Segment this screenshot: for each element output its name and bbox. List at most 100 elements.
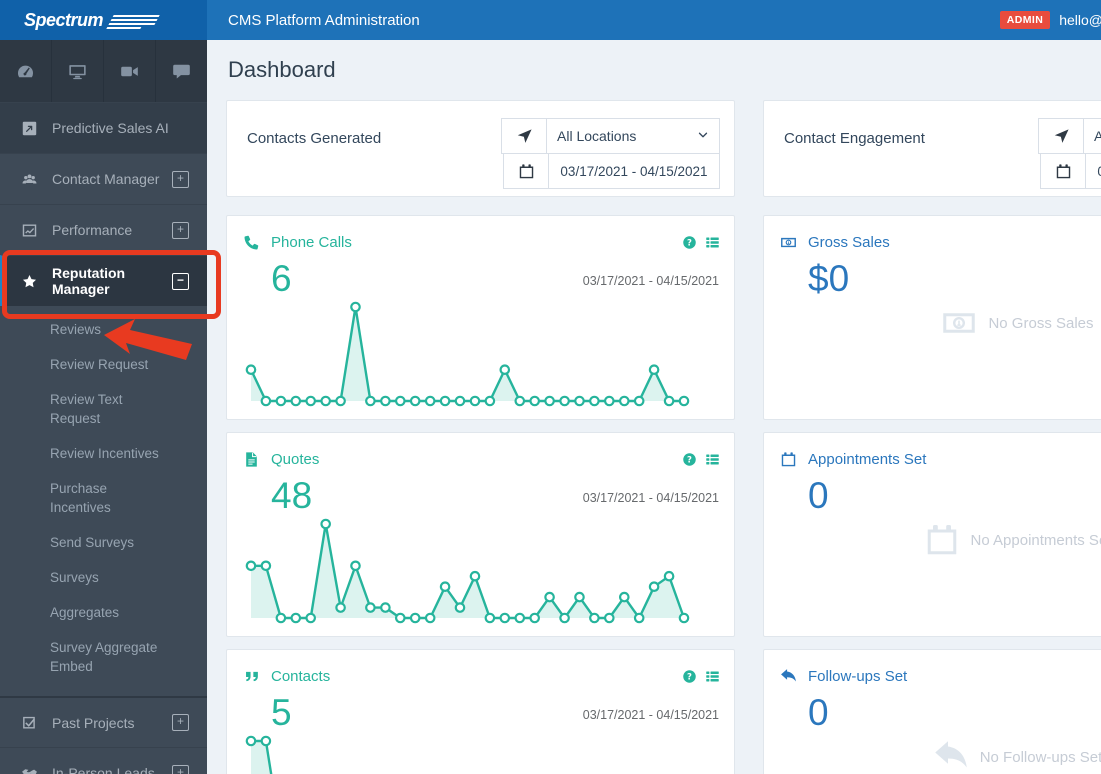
- main-content: Dashboard Contacts Generated All Location…: [207, 40, 1101, 774]
- metric-card-gross-sales: Gross Sales $0 No Gross Sales: [763, 215, 1101, 420]
- app-root: Spectrum CMS Platform Administration ADM…: [0, 0, 1101, 774]
- calendar-icon: [1055, 163, 1072, 180]
- topbar-user-area: ADMIN hello@: [999, 11, 1101, 29]
- tachometer-icon: [16, 62, 35, 81]
- location-filter-group: All Locations: [1038, 118, 1101, 154]
- metric-value: 5: [271, 692, 292, 733]
- date-range-value: 03/17/2021 - 04/15/2021: [1086, 154, 1101, 188]
- sidebar-subitem-review-incentives[interactable]: Review Incentives: [0, 436, 207, 471]
- sidebar: Predictive Sales AI Contact Manager + Perfo…: [0, 40, 221, 774]
- user-email[interactable]: hello@: [1059, 12, 1101, 28]
- star-icon: [21, 273, 39, 290]
- empty-state-text: No Follow-ups Set: [979, 748, 1101, 766]
- sidebar-item-performance[interactable]: Performance +: [0, 204, 207, 255]
- panel-header-contact-engagement: Contact Engagement All Locations 03/17/202…: [763, 100, 1101, 197]
- metric-card-quotes: Quotes? 48 03/17/2021 - 04/15/2021: [226, 432, 735, 637]
- sidebar-subitem-send-surveys[interactable]: Send Surveys: [0, 525, 207, 560]
- th-list-icon[interactable]: [705, 452, 720, 467]
- brand-logo[interactable]: Spectrum: [0, 0, 207, 40]
- metric-card-title: Contacts: [271, 668, 331, 685]
- location-arrow-icon: [1053, 128, 1070, 145]
- metric-date-range: 03/17/2021 - 04/15/2021: [582, 274, 719, 288]
- line-chart-icon: [21, 222, 39, 239]
- date-range-picker[interactable]: 03/17/2021 - 04/15/2021: [503, 153, 720, 189]
- date-range-picker[interactable]: 03/17/2021 - 04/15/2021: [1040, 153, 1101, 189]
- sidebar-item-past-projects[interactable]: Past Projects +: [0, 696, 207, 747]
- sidebar-tab-chat[interactable]: [156, 40, 207, 102]
- metric-card-contacts: Contacts? 5 03/17/2021 - 04/15/2021: [226, 649, 735, 774]
- money-bill-icon: [780, 234, 797, 251]
- sidebar-tab-video[interactable]: [104, 40, 156, 102]
- th-list-icon[interactable]: [705, 235, 720, 250]
- sidebar-icon-tabs: [0, 40, 207, 102]
- metric-date-range: 03/17/2021 - 04/15/2021: [582, 491, 719, 505]
- sparkline-chart: [245, 301, 690, 407]
- sidebar-tab-dashboard[interactable]: [0, 40, 52, 102]
- question-circle-icon[interactable]: ?: [682, 452, 697, 467]
- date-range-value: 03/17/2021 - 04/15/2021: [560, 163, 708, 179]
- sidebar-menu: Predictive Sales AI Contact Manager + Perfo…: [0, 102, 207, 774]
- panel-contact-engagement: Contact Engagement All Locations 03/17/202…: [763, 100, 1101, 774]
- question-circle-icon[interactable]: ?: [682, 235, 697, 250]
- plus-square-icon[interactable]: +: [172, 714, 189, 731]
- metric-card-title: Follow-ups Set: [808, 668, 908, 685]
- sidebar-item-label: Predictive Sales AI: [52, 120, 169, 136]
- sidebar-item-label: Performance: [52, 222, 133, 238]
- empty-state-text: No Gross Sales: [988, 314, 1094, 332]
- panel-header-contacts-generated: Contacts Generated All Locations 03/17/202…: [226, 100, 735, 197]
- location-select[interactable]: All Locations: [547, 119, 719, 153]
- svg-text:?: ?: [687, 455, 692, 465]
- sidebar-subitem-reviews[interactable]: Reviews: [0, 312, 207, 347]
- metric-card-follow-ups-set: Follow-ups Set 0 No Follow-ups Set: [763, 649, 1101, 774]
- chat-bubble-icon: [172, 62, 191, 81]
- panel-contacts-generated: Contacts Generated All Locations 03/17/202…: [226, 100, 735, 774]
- metric-value: 0: [808, 475, 829, 516]
- plus-square-icon[interactable]: +: [172, 221, 189, 239]
- chevron-down-icon: [697, 129, 709, 141]
- reputation-manager-submenu: Reviews Review Request Review Text Request…: [0, 306, 207, 696]
- metric-value: 6: [271, 258, 292, 299]
- plus-square-icon[interactable]: +: [172, 764, 189, 774]
- question-circle-icon[interactable]: ?: [682, 669, 697, 684]
- sidebar-tab-desktop[interactable]: [52, 40, 104, 102]
- empty-state: No Follow-ups Set: [764, 739, 1101, 774]
- quote-icon: [243, 668, 260, 685]
- metric-card-title: Quotes: [271, 451, 320, 468]
- sidebar-subitem-purchase-incentives[interactable]: Purchase Incentives: [0, 471, 207, 525]
- empty-state: No Appointments Set: [764, 522, 1101, 558]
- sidebar-item-label: In-Person Leads: [52, 765, 155, 774]
- empty-state: No Gross Sales: [764, 305, 1101, 341]
- desktop-icon: [68, 62, 87, 81]
- th-list-icon[interactable]: [705, 669, 720, 684]
- minus-square-icon[interactable]: −: [172, 272, 189, 290]
- panel-title: Contacts Generated: [247, 130, 382, 147]
- plus-square-icon[interactable]: +: [172, 170, 189, 188]
- sidebar-item-reputation-manager[interactable]: Reputation Manager −: [0, 255, 207, 306]
- sidebar-subitem-surveys[interactable]: Surveys: [0, 560, 207, 595]
- brand-name: Spectrum: [24, 9, 104, 30]
- location-filter-group: All Locations: [501, 118, 720, 154]
- location-select-value: All Locations: [1094, 128, 1101, 144]
- sidebar-subitem-aggregates[interactable]: Aggregates: [0, 595, 207, 630]
- sidebar-subitem-review-request[interactable]: Review Request: [0, 347, 207, 382]
- sidebar-item-contact-manager[interactable]: Contact Manager +: [0, 153, 207, 204]
- location-arrow-icon: [516, 128, 533, 145]
- sparkline-chart: [245, 518, 690, 624]
- app-title: CMS Platform Administration: [228, 11, 420, 29]
- location-select[interactable]: All Locations: [1084, 119, 1101, 153]
- phone-icon: [243, 234, 260, 251]
- calendar-icon: [518, 163, 535, 180]
- sidebar-item-in-person-leads[interactable]: In-Person Leads +: [0, 747, 207, 774]
- sidebar-subitem-survey-aggregate-embed[interactable]: Survey Aggregate Embed: [0, 630, 207, 684]
- reply-icon: [933, 739, 969, 774]
- panel-title: Contact Engagement: [784, 130, 925, 147]
- sparkline-chart: [245, 735, 273, 774]
- sidebar-item-label: Reputation Manager: [52, 265, 126, 297]
- sidebar-item-predictive-sales-ai[interactable]: Predictive Sales AI: [0, 102, 207, 153]
- sidebar-subitem-review-text-request[interactable]: Review Text Request: [0, 382, 207, 436]
- panel-filters: All Locations 03/17/2021 - 04/15/2021: [501, 118, 720, 189]
- page-title: Dashboard: [228, 57, 336, 82]
- calendar-icon: [924, 522, 960, 558]
- location-select-value: All Locations: [557, 128, 637, 144]
- metric-card-title: Gross Sales: [808, 234, 890, 251]
